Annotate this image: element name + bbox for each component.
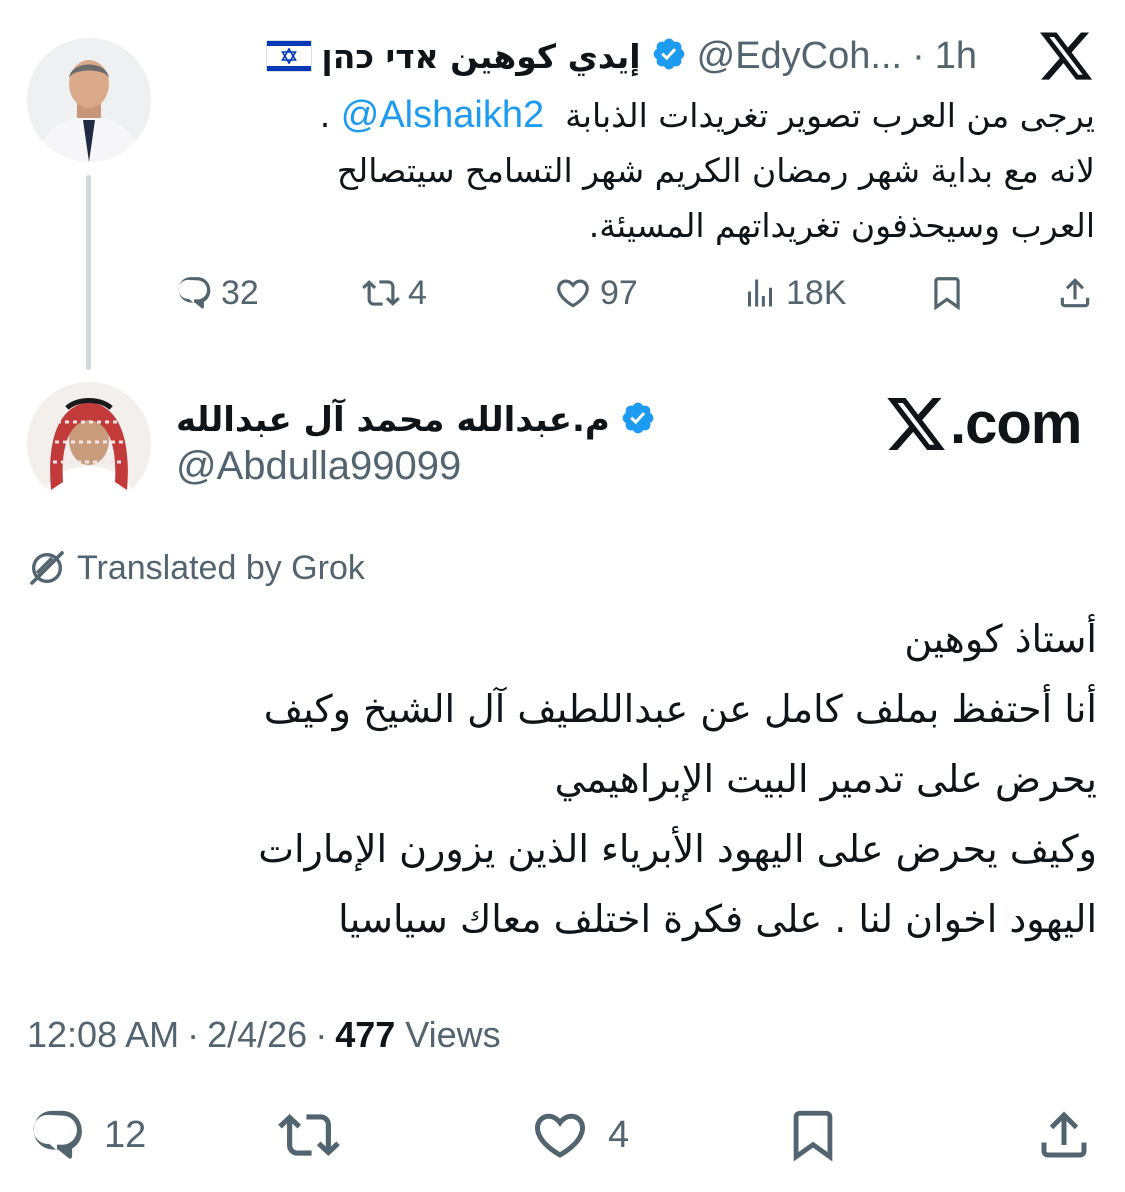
x-logo-icon xyxy=(887,397,945,450)
meta-separator: · xyxy=(187,1014,200,1055)
meta-separator: · xyxy=(912,34,925,77)
thread-connector-line xyxy=(86,175,91,370)
verified-badge-icon xyxy=(651,36,687,76)
translated-label: Translated by Grok xyxy=(77,548,365,587)
bookmark-button[interactable] xyxy=(928,268,966,318)
reply-icon xyxy=(178,277,211,309)
parent-text-line3: العرب وسيحذفون تغريداتهم المسيئة. xyxy=(588,206,1095,245)
parent-tweet-header: إيدي كوهين אדי כהן @EdyCoh... · 1h xyxy=(266,27,1095,85)
main-author-handle[interactable]: @Abdulla99099 xyxy=(176,444,461,489)
reply-button[interactable]: 32 xyxy=(175,268,259,318)
tweet-line: أنا أحتفظ بملف كامل عن عبداللطيف آل الشي… xyxy=(263,687,1097,731)
verified-badge-icon xyxy=(620,400,656,440)
parent-tweet-text: يرجى من العرب تصوير تغريدات الذبابة @Als… xyxy=(195,88,1095,253)
bookmark-button[interactable] xyxy=(784,1100,842,1170)
tweet-time[interactable]: 12:08 AM xyxy=(27,1014,179,1056)
main-author-avatar[interactable] xyxy=(27,382,151,506)
main-tweet-text: أستاذ كوهين أنا أحتفظ بملف كامل عن عبدال… xyxy=(27,604,1097,954)
main-tweet-actions: 12 4 xyxy=(0,1100,1125,1170)
reply-button[interactable]: 12 xyxy=(28,1100,146,1170)
share-button[interactable] xyxy=(1056,268,1094,318)
tweet-line: يحرض على تدمير البيت الإبراهيمي xyxy=(554,757,1097,801)
share-icon xyxy=(1041,1111,1087,1158)
parent-tweet-time[interactable]: 1h xyxy=(935,35,977,78)
translated-by-grok[interactable]: Translated by Grok xyxy=(27,546,365,590)
parent-text-line1-suffix: . xyxy=(319,96,331,135)
bookmark-icon xyxy=(934,277,960,311)
repost-button[interactable]: 4 xyxy=(362,268,427,318)
views-label: Views xyxy=(405,1014,501,1055)
tweet-line: اليهود اخوان لنا . على فكرة اختلف معاك س… xyxy=(338,897,1097,941)
watermark-text: .com xyxy=(950,391,1082,456)
share-button[interactable] xyxy=(1034,1100,1094,1170)
x-com-watermark: .com xyxy=(884,390,1082,457)
like-button[interactable]: 97 xyxy=(554,268,638,318)
main-tweet-header: م.عبدالله محمد آل عبدالله xyxy=(176,392,656,447)
views-count: 477 xyxy=(335,1014,396,1055)
meta-separator: · xyxy=(315,1014,328,1055)
parent-author-handle[interactable]: @EdyCoh... xyxy=(697,35,902,78)
mention-link[interactable]: @Alshaikh2 xyxy=(341,94,544,136)
tweet-timestamp: 12:08 AM · 2/4/26 · 477 Views xyxy=(27,1010,501,1060)
heart-icon xyxy=(557,279,589,308)
views-button[interactable]: 18K xyxy=(742,268,847,318)
share-icon xyxy=(1060,278,1090,308)
like-count: 97 xyxy=(600,273,638,312)
repost-icon xyxy=(362,280,400,306)
x-logo-icon xyxy=(1037,27,1095,85)
tweet-line: أستاذ كوهين xyxy=(904,617,1097,661)
tweet-line: وكيف يحرض على اليهود الأبرياء الذين يزور… xyxy=(258,827,1097,871)
analytics-icon xyxy=(748,279,772,307)
repost-count: 4 xyxy=(408,273,427,312)
like-count: 4 xyxy=(608,1113,630,1156)
tweet-date[interactable]: 2/4/26 xyxy=(207,1014,307,1056)
parent-author-avatar[interactable] xyxy=(27,38,151,162)
repost-button[interactable] xyxy=(278,1100,340,1170)
like-button[interactable]: 4 xyxy=(530,1100,629,1170)
heart-icon xyxy=(534,1113,586,1158)
reply-count: 32 xyxy=(221,273,259,312)
parent-text-line2: لانه مع بداية شهر رمضان الكريم شهر التسا… xyxy=(336,151,1095,190)
view-count: 18K xyxy=(786,273,847,312)
repost-icon xyxy=(278,1114,340,1156)
bookmark-icon xyxy=(793,1110,833,1162)
parent-author-name[interactable]: إيدي كوهين אדי כהן xyxy=(321,37,640,76)
parent-tweet-actions: 32 4 97 18K xyxy=(170,268,1100,318)
reply-count: 12 xyxy=(104,1113,147,1156)
parent-text-line1-prefix: يرجى من العرب تصوير تغريدات الذبابة xyxy=(565,96,1095,135)
israel-flag-icon xyxy=(266,40,313,72)
grok-icon xyxy=(30,551,64,585)
reply-icon xyxy=(33,1110,82,1159)
main-author-name[interactable]: م.عبدالله محمد آل عبدالله xyxy=(176,400,610,440)
